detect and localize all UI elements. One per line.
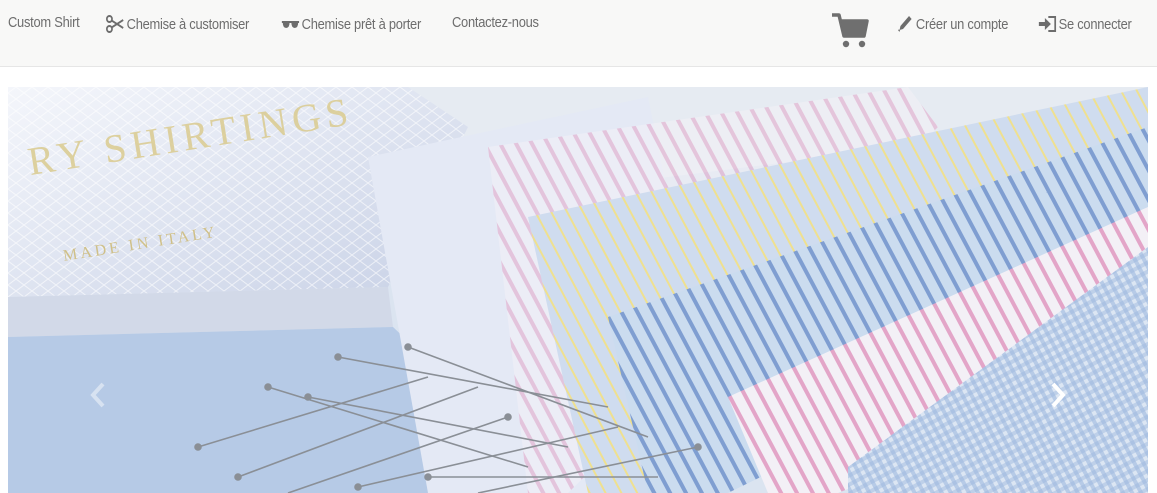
carousel-prev-button[interactable] <box>78 377 118 417</box>
create-account-label: Créer un compte <box>915 15 1009 33</box>
login-link[interactable]: Se connecter <box>1038 13 1132 35</box>
nav-customize-label: Chemise à customiser <box>126 15 250 33</box>
login-label: Se connecter <box>1058 15 1132 33</box>
nav-ready-to-wear-link[interactable]: Chemise prêt à porter <box>281 13 421 35</box>
hero-carousel[interactable]: RY SHIRTINGS MADE IN ITALY <box>8 87 1148 493</box>
carousel-next-button[interactable] <box>1038 377 1078 417</box>
sunglasses-icon <box>281 15 300 33</box>
nav-customize-link[interactable]: Chemise à customiser <box>106 13 249 35</box>
carousel-slide-image: RY SHIRTINGS MADE IN ITALY <box>8 87 1148 493</box>
shopping-cart-icon[interactable] <box>831 11 869 49</box>
nav-ready-to-wear-label: Chemise prêt à porter <box>301 15 422 33</box>
nav-contact-link[interactable]: Contactez-nous <box>452 11 539 33</box>
chevron-left-icon <box>88 381 108 414</box>
brand-link[interactable]: Custom Shirt <box>8 11 80 33</box>
pencil-icon <box>897 15 914 33</box>
scissors-icon <box>106 15 125 33</box>
create-account-link[interactable]: Créer un compte <box>897 13 1008 35</box>
sign-in-icon <box>1038 15 1057 33</box>
chevron-right-icon <box>1048 381 1068 414</box>
navbar: Custom Shirt Chemise à customiser Chemis… <box>0 0 1157 67</box>
